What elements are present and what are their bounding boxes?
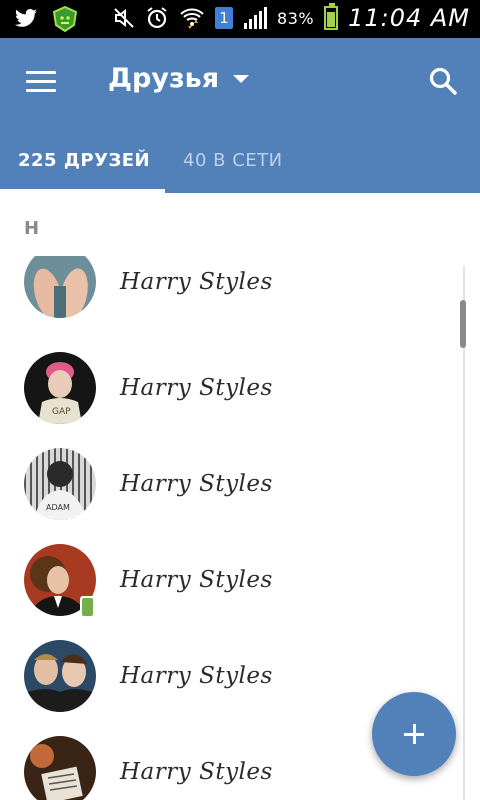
tab-friends[interactable]: 225 ДРУЗЕЙ [0,146,165,193]
avatar: ADAM [24,448,96,520]
notification-badge-icon: 1 [215,7,234,29]
friend-row[interactable]: Harry Styles [0,256,460,330]
status-bar-right: 1 83% 11:04 AM [113,3,470,32]
avatar: GAP [24,352,96,424]
friend-row[interactable]: GAP Harry Styles [0,342,460,438]
caret-down-icon [233,74,250,83]
friend-name: Harry Styles [120,375,273,401]
friend-name: Harry Styles [120,269,273,295]
twitter-icon [15,9,37,27]
mobile-online-icon [80,596,95,618]
alarm-icon [147,7,167,29]
battery-percent: 83% [277,8,315,28]
scrollbar-thumb[interactable] [460,300,466,348]
clock-time: 11:04 AM [348,4,470,32]
page-title: Друзья [108,63,220,94]
section-letter-header: Н [24,218,40,239]
menu-line [26,80,56,83]
status-bar: 1 83% 11:04 AM [0,0,480,38]
svg-text:GAP: GAP [52,407,71,417]
avatar [24,256,96,318]
friend-row[interactable]: ADAM Harry Styles [0,438,460,534]
battery-level-fill [327,12,336,27]
svg-text:ADAM: ADAM [46,503,70,512]
tab-online[interactable]: 40 В СЕТИ [165,146,345,193]
menu-line [26,71,56,74]
android-shield-icon [52,6,78,32]
status-bar-left [14,6,78,32]
search-icon[interactable] [428,66,458,96]
mute-icon [114,8,134,28]
app-bar: Друзья 225 ДРУЗЕЙ 40 В СЕТИ [0,38,480,193]
friend-name: Harry Styles [120,663,273,689]
add-friend-button[interactable] [372,692,456,776]
menu-line [26,89,56,92]
friend-name: Harry Styles [120,567,273,593]
friend-name: Harry Styles [120,471,273,497]
hamburger-menu-icon[interactable] [26,71,56,93]
friend-row[interactable]: Harry Styles [0,534,460,630]
title-dropdown[interactable]: Друзья [108,63,250,94]
friend-name: Harry Styles [120,759,273,785]
tab-bar: 225 ДРУЗЕЙ 40 В СЕТИ [0,146,480,193]
avatar [24,640,96,712]
avatar [24,736,96,800]
battery-icon [324,3,339,30]
signal-icon [244,7,268,29]
wifi-icon [180,8,204,29]
